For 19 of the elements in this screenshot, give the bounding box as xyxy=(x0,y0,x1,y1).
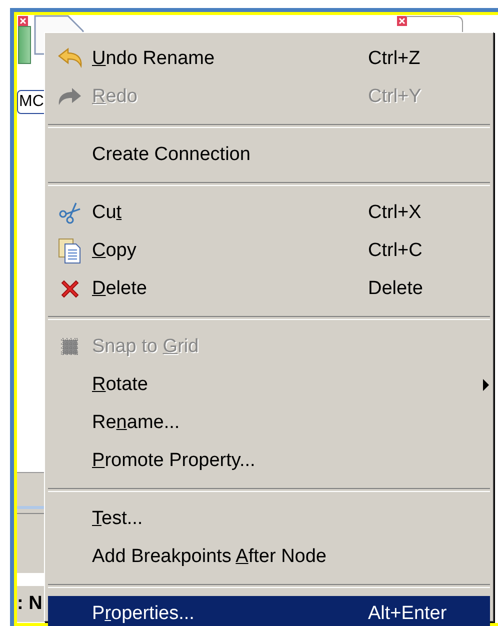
menu-item[interactable]: Rotate xyxy=(48,366,490,404)
menu-item[interactable]: Cut Ctrl+X xyxy=(48,194,490,232)
undo-arrow-icon xyxy=(56,47,84,71)
close-icon[interactable] xyxy=(18,16,28,26)
menu-item[interactable]: Delete Delete xyxy=(48,270,490,308)
menu-item[interactable]: Undo Rename Ctrl+Z xyxy=(48,40,490,78)
menu-item[interactable]: Test... xyxy=(48,500,490,538)
menu-item[interactable]: Promote Property... xyxy=(48,442,490,480)
menu-item[interactable]: Rename... xyxy=(48,404,490,442)
node-shape xyxy=(18,26,31,64)
row-text: : N xyxy=(17,593,42,615)
menu-item[interactable]: Copy Ctrl+C xyxy=(48,232,490,270)
submenu-arrow-icon xyxy=(482,379,490,391)
copy-icon xyxy=(58,238,82,264)
scissors-icon xyxy=(58,201,82,225)
menu-item[interactable]: Create Connection xyxy=(48,136,490,174)
menu-item[interactable]: Properties... Alt+Enter xyxy=(48,596,490,626)
close-icon[interactable] xyxy=(397,16,407,26)
menu-item[interactable]: Add Breakpoints After Node xyxy=(48,538,490,576)
